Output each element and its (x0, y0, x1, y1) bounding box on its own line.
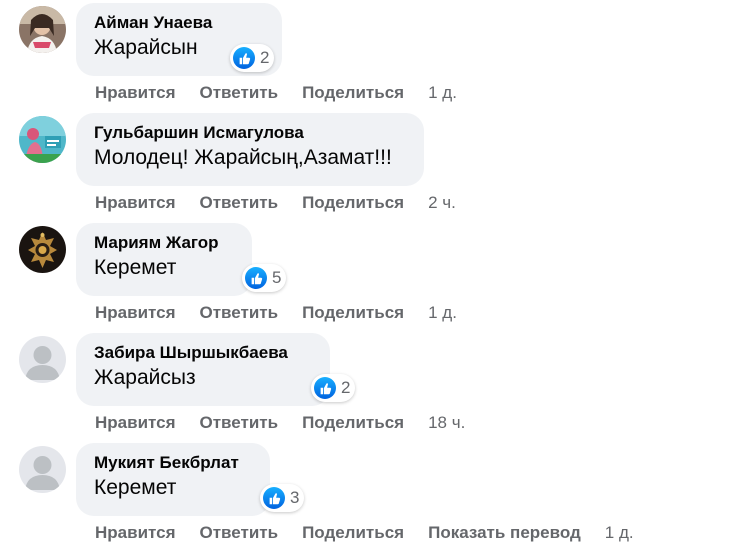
avatar[interactable] (19, 336, 66, 383)
reply-button[interactable]: Ответить (200, 413, 279, 433)
comment-author[interactable]: Айман Унаева (94, 12, 264, 34)
like-icon (314, 377, 336, 399)
reaction-summary[interactable]: 5 (242, 264, 287, 292)
comment-actions: Нравится Ответить Поделиться Показать пе… (95, 523, 634, 543)
comment-text: Керемет (94, 256, 177, 279)
reply-button[interactable]: Ответить (200, 523, 279, 543)
reaction-count: 2 (341, 378, 351, 397)
like-icon (245, 267, 267, 289)
like-button[interactable]: Нравится (95, 83, 176, 103)
avatar[interactable] (19, 446, 66, 493)
comment-timestamp[interactable]: 18 ч. (428, 413, 465, 433)
like-button[interactable]: Нравится (95, 523, 176, 543)
reaction-count: 2 (260, 48, 270, 67)
comment-author[interactable]: Гульбаршин Исмагулова (94, 122, 406, 144)
comment-actions: Нравится Ответить Поделиться 18 ч. (95, 413, 465, 433)
comment-actions: Нравится Ответить Поделиться 2 ч. (95, 193, 456, 213)
comment-text: Молодец! Жарайсың,Азамат!!! (94, 146, 392, 169)
comment-bubble: Гульбаршин Исмагулова Молодец! Жарайсың,… (76, 113, 424, 186)
comment-actions: Нравится Ответить Поделиться 1 д. (95, 83, 457, 103)
comment-author[interactable]: Мариям Жагор (94, 232, 234, 254)
avatar[interactable] (19, 226, 66, 273)
comment-actions: Нравится Ответить Поделиться 1 д. (95, 303, 457, 323)
comment-timestamp[interactable]: 1 д. (428, 303, 457, 323)
comment-text: Керемет (94, 476, 177, 499)
like-button[interactable]: Нравится (95, 413, 176, 433)
reply-button[interactable]: Ответить (200, 303, 279, 323)
reply-button[interactable]: Ответить (200, 193, 279, 213)
reaction-summary[interactable]: 2 (311, 374, 356, 402)
like-button[interactable]: Нравится (95, 193, 176, 213)
comment-timestamp[interactable]: 2 ч. (428, 193, 456, 213)
translate-button[interactable]: Показать перевод (428, 523, 581, 543)
reaction-count: 5 (272, 268, 282, 287)
avatar[interactable] (19, 116, 66, 163)
share-button[interactable]: Поделиться (302, 523, 404, 543)
share-button[interactable]: Поделиться (302, 303, 404, 323)
reaction-summary[interactable]: 3 (260, 484, 305, 512)
comment-bubble: Мукият Бекбрлат Керемет (76, 443, 270, 516)
comments-list: Айман Унаева Жарайсын 2 Нравится Ответит… (0, 0, 735, 544)
like-button[interactable]: Нравится (95, 303, 176, 323)
comment-bubble: Забира Шыршыкбаева Жарайсыз (76, 333, 330, 406)
reaction-count: 3 (290, 488, 300, 507)
comment-timestamp[interactable]: 1 д. (428, 83, 457, 103)
comment-author[interactable]: Мукият Бекбрлат (94, 452, 252, 474)
reaction-summary[interactable]: 2 (230, 44, 275, 72)
share-button[interactable]: Поделиться (302, 193, 404, 213)
share-button[interactable]: Поделиться (302, 413, 404, 433)
avatar[interactable] (19, 6, 66, 53)
like-icon (263, 487, 285, 509)
comment-text: Жарайсыз (94, 366, 196, 389)
reply-button[interactable]: Ответить (200, 83, 279, 103)
like-icon (233, 47, 255, 69)
share-button[interactable]: Поделиться (302, 83, 404, 103)
comment-bubble: Мариям Жагор Керемет (76, 223, 252, 296)
comment-timestamp[interactable]: 1 д. (605, 523, 634, 543)
comment-author[interactable]: Забира Шыршыкбаева (94, 342, 312, 364)
